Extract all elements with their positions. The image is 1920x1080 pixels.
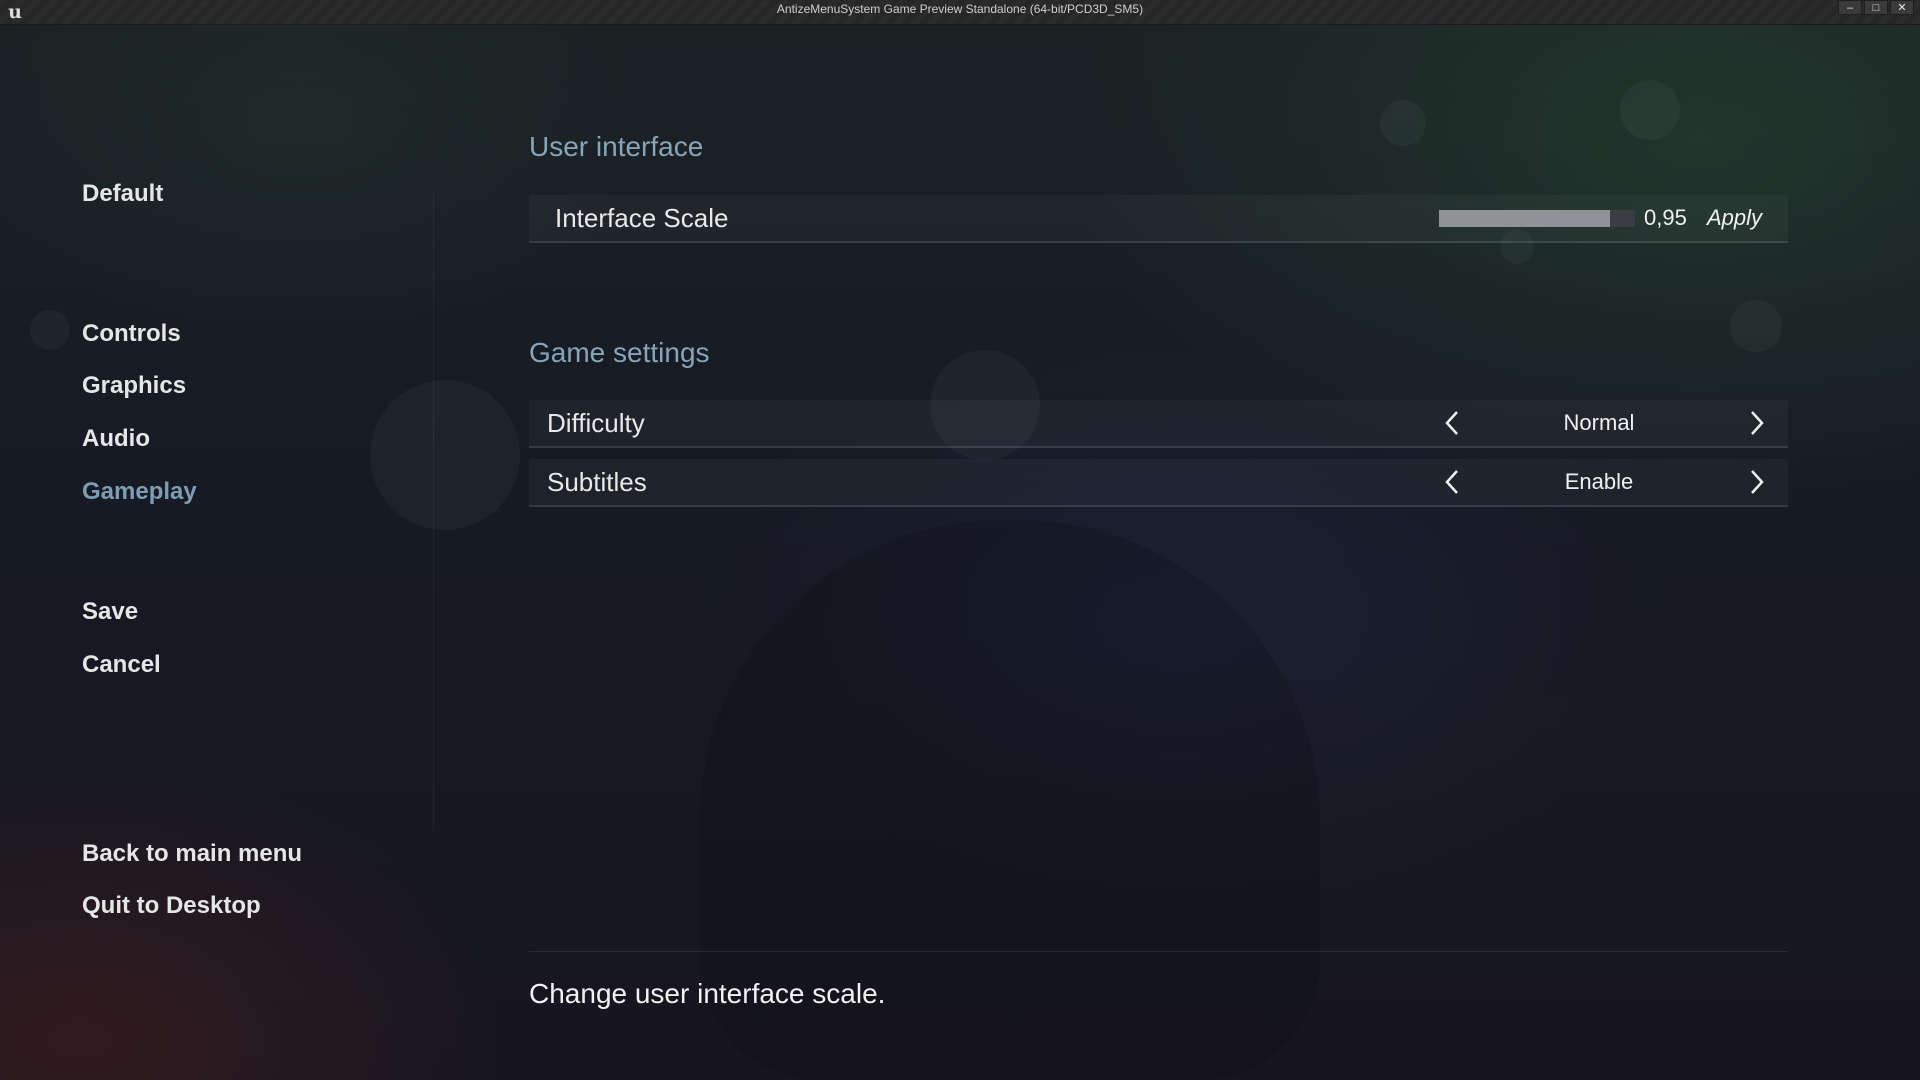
subtitles-prev-button[interactable] — [1438, 467, 1468, 497]
subtitles-next-button[interactable] — [1741, 467, 1771, 497]
difficulty-row: Difficulty Normal — [529, 400, 1788, 448]
difficulty-prev-button[interactable] — [1438, 408, 1468, 438]
game-options-screen: u AntizeMenuSystem Game Preview Standalo… — [0, 0, 1920, 1080]
settings-panel: User interface Interface Scale 0,95 Appl… — [529, 0, 1788, 1080]
options-sidebar: Default Controls Graphics Audio Gameplay… — [82, 0, 422, 1080]
chevron-left-icon — [1445, 411, 1458, 435]
interface-scale-slider[interactable] — [1439, 210, 1635, 227]
subtitles-value: Enable — [1564, 469, 1634, 494]
section-title-user-interface: User interface — [529, 131, 704, 162]
background-bokeh — [30, 310, 70, 350]
interface-scale-row: Interface Scale 0,95 Apply — [529, 195, 1788, 243]
chevron-right-icon — [1751, 470, 1764, 494]
sidebar-item-controls[interactable]: Controls — [82, 320, 181, 348]
section-title-game-settings: Game settings — [529, 337, 710, 368]
apply-button[interactable]: Apply — [1707, 195, 1762, 241]
description-divider — [529, 951, 1788, 952]
difficulty-next-button[interactable] — [1741, 408, 1771, 438]
chevron-left-icon — [1445, 470, 1458, 494]
sidebar-item-audio[interactable]: Audio — [82, 425, 150, 453]
restore-button[interactable]: □ — [1864, 0, 1888, 15]
interface-scale-value: 0,95 — [1644, 205, 1687, 230]
save-button[interactable]: Save — [82, 598, 138, 626]
quit-to-desktop-button[interactable]: Quit to Desktop — [82, 892, 261, 920]
cancel-button[interactable]: Cancel — [82, 651, 161, 679]
sidebar-item-gameplay[interactable]: Gameplay — [82, 478, 197, 506]
window-controls: – □ ✕ — [1838, 0, 1914, 16]
subtitles-row: Subtitles Enable — [529, 459, 1788, 507]
sidebar-item-graphics[interactable]: Graphics — [82, 372, 186, 400]
setting-description: Change user interface scale. — [529, 978, 886, 1009]
minimize-button[interactable]: – — [1838, 0, 1862, 15]
default-button[interactable]: Default — [82, 180, 163, 208]
sidebar-divider — [433, 190, 434, 830]
difficulty-label: Difficulty — [547, 408, 645, 438]
chevron-right-icon — [1751, 411, 1764, 435]
interface-scale-label: Interface Scale — [555, 203, 729, 233]
interface-scale-slider-fill — [1439, 210, 1610, 227]
subtitles-label: Subtitles — [547, 467, 647, 497]
difficulty-value: Normal — [1563, 410, 1635, 435]
close-button[interactable]: ✕ — [1890, 0, 1914, 15]
back-to-main-menu-button[interactable]: Back to main menu — [82, 840, 302, 868]
